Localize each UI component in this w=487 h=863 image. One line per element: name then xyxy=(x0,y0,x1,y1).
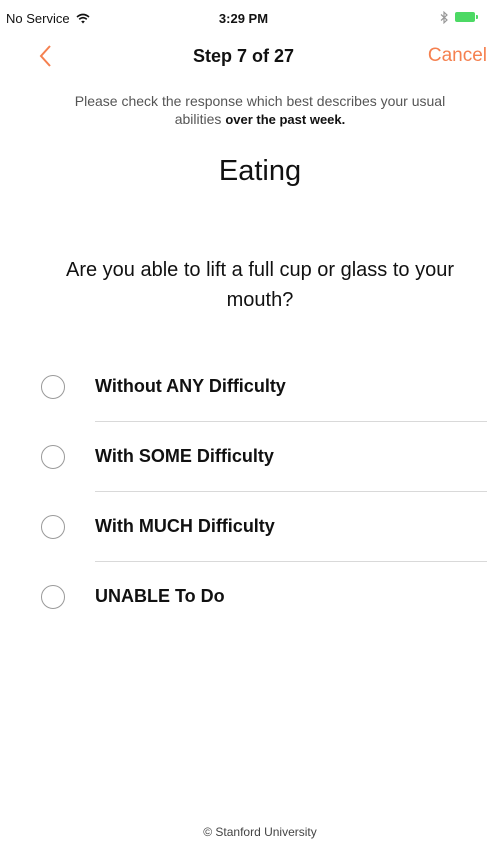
option-label: UNABLE To Do xyxy=(95,586,225,606)
radio-button[interactable] xyxy=(41,445,65,469)
option-label: With MUCH Difficulty xyxy=(95,516,275,536)
status-time: 3:29 PM xyxy=(218,11,269,26)
instruction-text: Please check the response which best des… xyxy=(50,92,470,129)
option-label: Without ANY Difficulty xyxy=(95,376,286,396)
option-without-any-difficulty[interactable]: Without ANY Difficulty xyxy=(0,352,487,422)
instruction-emphasis: over the past week. xyxy=(225,112,346,127)
survey-screen: No Service 3:29 PM Step 7 of 27 Cancel P… xyxy=(0,0,487,863)
answer-options: Without ANY Difficulty With SOME Difficu… xyxy=(0,352,487,632)
step-title: Step 7 of 27 xyxy=(192,46,295,66)
navigation-bar: Step 7 of 27 Cancel xyxy=(0,36,487,76)
radio-button[interactable] xyxy=(41,375,65,399)
option-with-much-difficulty[interactable]: With MUCH Difficulty xyxy=(0,492,487,562)
question-text: Are you able to lift a full cup or glass… xyxy=(66,259,454,311)
radio-button[interactable] xyxy=(41,515,65,539)
option-label: With SOME Difficulty xyxy=(95,446,274,466)
status-indicators xyxy=(439,11,479,24)
footer-copyright: © Stanford University xyxy=(203,825,317,839)
battery-icon xyxy=(455,12,479,23)
bluetooth-icon xyxy=(440,11,448,24)
section-title: Eating xyxy=(218,155,302,187)
option-unable-to-do[interactable]: UNABLE To Do xyxy=(0,562,487,632)
cancel-button[interactable]: Cancel xyxy=(428,45,487,67)
radio-button[interactable] xyxy=(41,585,65,609)
status-bar: No Service 3:29 PM xyxy=(0,0,487,36)
option-with-some-difficulty[interactable]: With SOME Difficulty xyxy=(0,422,487,492)
